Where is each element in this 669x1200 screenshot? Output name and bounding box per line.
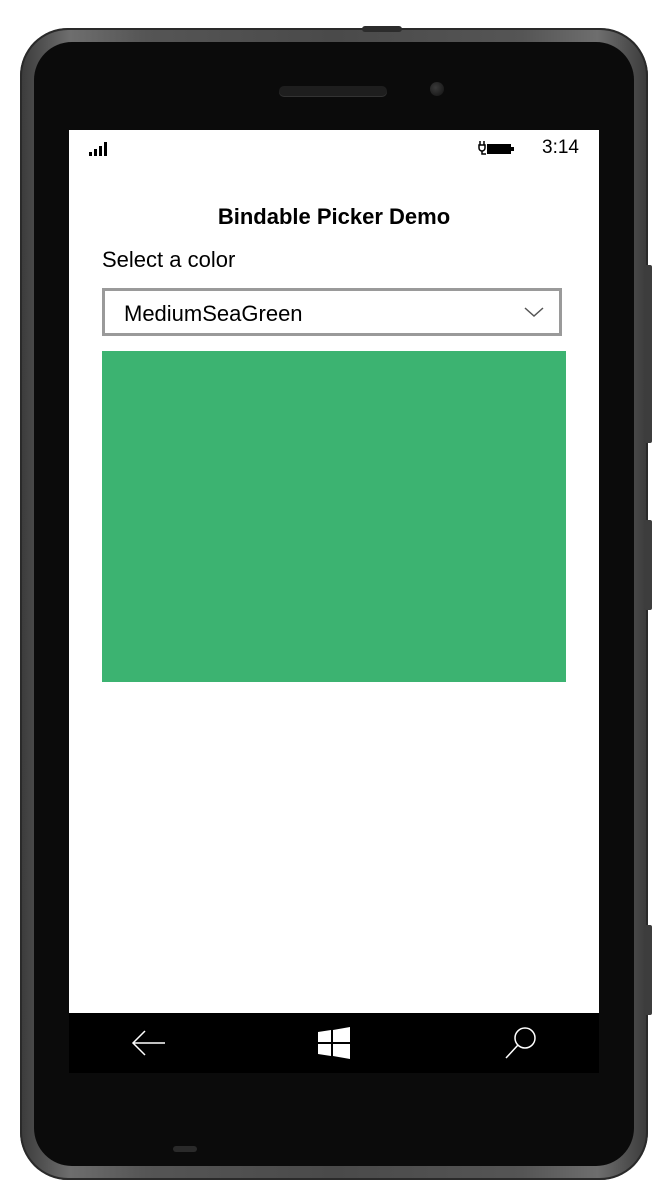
power-button bbox=[644, 520, 652, 610]
back-arrow-icon[interactable] bbox=[129, 1025, 169, 1061]
battery-charging-icon bbox=[478, 141, 514, 155]
app-screen: 3:14 Bindable Picker Demo Select a color… bbox=[69, 130, 599, 1073]
chevron-down-icon bbox=[524, 307, 544, 318]
status-time: 3:14 bbox=[542, 137, 579, 158]
status-bar: 3:14 bbox=[69, 130, 599, 166]
camera-button bbox=[644, 925, 652, 1015]
earpiece-speaker bbox=[279, 86, 387, 96]
signal-bars-icon bbox=[89, 140, 113, 156]
picker-label: Select a color bbox=[102, 247, 236, 272]
top-notch bbox=[362, 26, 402, 32]
search-icon[interactable] bbox=[501, 1025, 541, 1061]
front-camera bbox=[430, 82, 444, 96]
page-title: Bindable Picker Demo bbox=[217, 204, 451, 229]
picker-selected-value: MediumSeaGreen bbox=[124, 301, 303, 326]
color-preview-box bbox=[102, 351, 566, 682]
navigation-bar bbox=[69, 1013, 599, 1073]
windows-logo-icon[interactable] bbox=[314, 1025, 354, 1061]
microphone bbox=[173, 1146, 197, 1152]
color-picker[interactable]: MediumSeaGreen bbox=[102, 288, 562, 336]
volume-button bbox=[644, 265, 652, 443]
